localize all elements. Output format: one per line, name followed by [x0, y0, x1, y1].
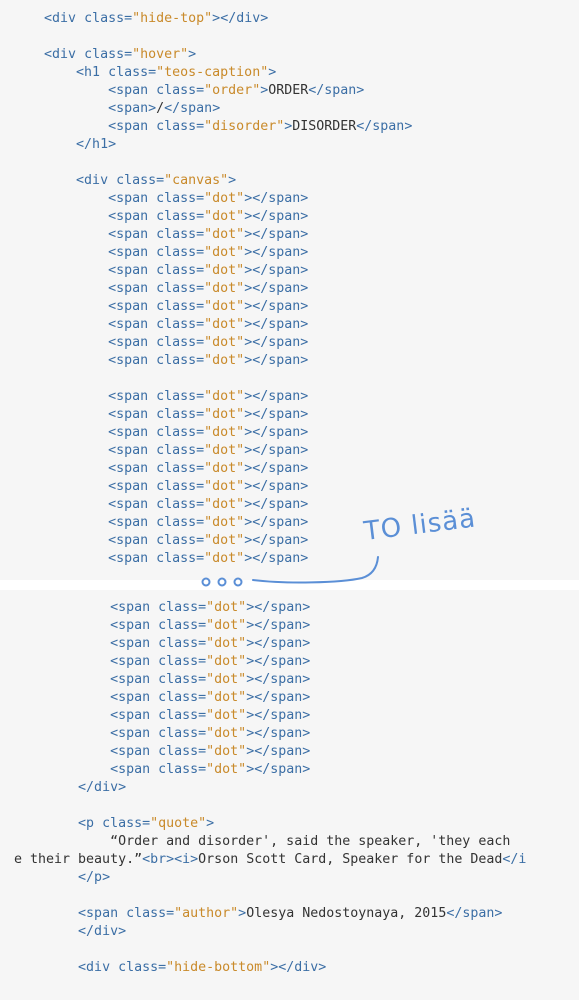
bottom-line-19: </div> [78, 924, 127, 939]
top-line-20: <span class="dot"></span> [108, 353, 309, 368]
code-panel-top: <div class="hide-top"></div> <div class=… [0, 0, 579, 580]
bottom-line-7: <span class="dot"></span> [110, 708, 311, 723]
bottom-line-8: <span class="dot"></span> [110, 726, 311, 741]
top-line-29: <span class="dot"></span> [108, 515, 309, 530]
top-line-31: <span class="dot"></span> [108, 551, 309, 566]
bottom-line-2: <span class="dot"></span> [110, 618, 311, 633]
top-line-14: <span class="dot"></span> [108, 245, 309, 260]
bottom-line-18: <span class="author">Olesya Nedostoynaya… [78, 906, 503, 921]
top-line-3: <div class="hover"> [44, 47, 197, 62]
top-line-28: <span class="dot"></span> [108, 497, 309, 512]
bottom-line-11: </div> [78, 780, 127, 795]
top-line-6: <span>/</span> [108, 101, 221, 116]
top-line-17: <span class="dot"></span> [108, 299, 309, 314]
top-line-16: <span class="dot"></span> [108, 281, 309, 296]
top-line-1: <div class="hide-top"></div> [44, 11, 269, 26]
bottom-line-6: <span class="dot"></span> [110, 690, 311, 705]
top-line-13: <span class="dot"></span> [108, 227, 309, 242]
code-panel-bottom: <span class="dot"></span> <span class="d… [0, 590, 579, 1000]
bottom-line-15: e their beauty.”<br><i>Orson Scott Card,… [14, 852, 527, 867]
top-line-5: <span class="order">ORDER</span> [108, 83, 365, 98]
bottom-line-4: <span class="dot"></span> [110, 654, 311, 669]
top-line-4: <h1 class="teos-caption"> [76, 65, 277, 80]
code-fold-gap [0, 580, 579, 590]
top-line-18: <span class="dot"></span> [108, 317, 309, 332]
bottom-line-5: <span class="dot"></span> [110, 672, 311, 687]
top-line-25: <span class="dot"></span> [108, 443, 309, 458]
bottom-line-10: <span class="dot"></span> [110, 762, 311, 777]
top-line-26: <span class="dot"></span> [108, 461, 309, 476]
top-line-11: <span class="dot"></span> [108, 191, 309, 206]
top-line-23: <span class="dot"></span> [108, 407, 309, 422]
top-line-10: <div class="canvas"> [76, 173, 237, 188]
top-line-15: <span class="dot"></span> [108, 263, 309, 278]
bottom-line-1: <span class="dot"></span> [110, 600, 311, 615]
top-line-30: <span class="dot"></span> [108, 533, 309, 548]
top-line-22: <span class="dot"></span> [108, 389, 309, 404]
top-line-19: <span class="dot"></span> [108, 335, 309, 350]
top-line-7: <span class="disorder">DISORDER</span> [108, 119, 413, 134]
bottom-line-14: “Order and disorder', said the speaker, … [14, 834, 511, 849]
top-line-24: <span class="dot"></span> [108, 425, 309, 440]
top-line-8: </h1> [76, 137, 117, 152]
bottom-line-16: </p> [78, 870, 111, 885]
top-line-12: <span class="dot"></span> [108, 209, 309, 224]
bottom-line-9: <span class="dot"></span> [110, 744, 311, 759]
bottom-line-3: <span class="dot"></span> [110, 636, 311, 651]
top-line-27: <span class="dot"></span> [108, 479, 309, 494]
bottom-line-21: <div class="hide-bottom"></div> [78, 960, 327, 975]
bottom-line-13: <p class="quote"> [78, 816, 215, 831]
